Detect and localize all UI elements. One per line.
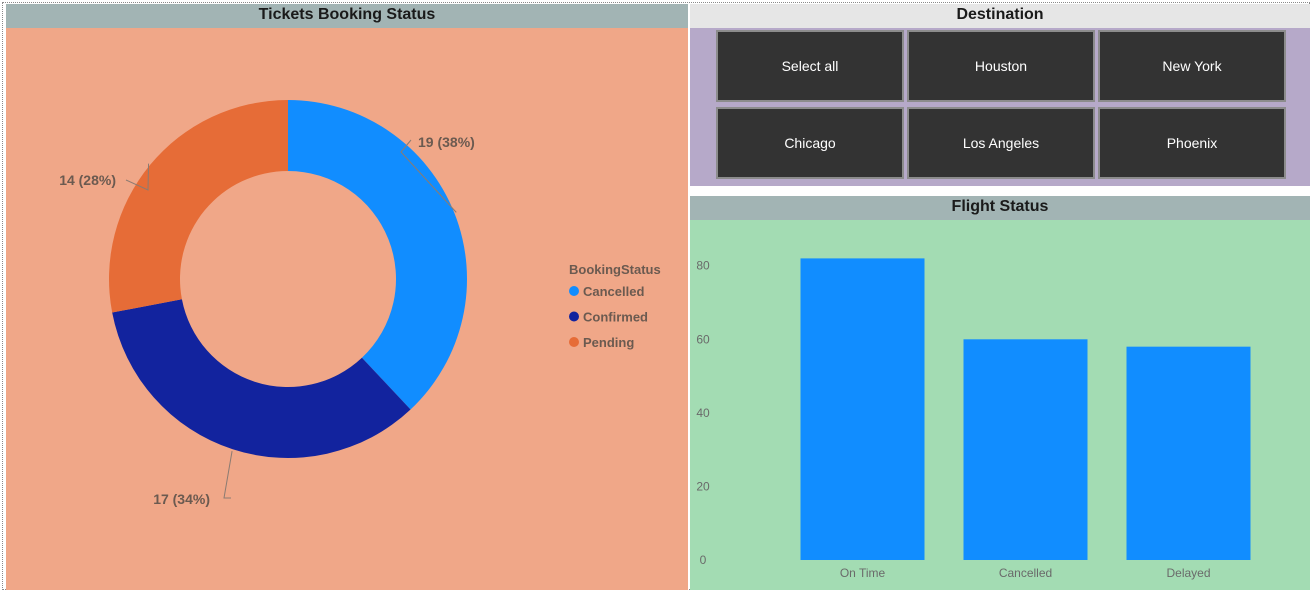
legend-item-pending[interactable]: Pending [583, 335, 634, 350]
destination-option-chicago[interactable]: Chicago [716, 107, 904, 179]
bar-on-time[interactable] [800, 258, 925, 560]
legend-title: BookingStatus [569, 262, 661, 277]
destination-option-select-all[interactable]: Select all [716, 30, 904, 102]
legend-marker-confirmed [569, 311, 579, 322]
x-tick-label: On Time [840, 566, 886, 580]
bar-cancelled[interactable] [963, 339, 1088, 560]
data-label-cancelled: 19 (38%) [418, 134, 475, 150]
destination-option-los-angeles[interactable]: Los Angeles [907, 107, 1095, 179]
flight-status-panel: 0 20 40 60 80 On Time Cancelled Delayed [690, 220, 1310, 590]
donut-slice-confirmed[interactable] [112, 299, 411, 458]
donut-slice-pending[interactable] [108, 100, 288, 313]
legend-item-cancelled[interactable]: Cancelled [583, 284, 644, 299]
leader-line-confirmed [223, 451, 233, 499]
flight-status-bar-chart: 0 20 40 60 80 On Time Cancelled Delayed [696, 258, 1251, 580]
y-tick-label: 40 [696, 406, 710, 420]
destination-slicer: Select all Houston New York Chicago Los … [690, 28, 1310, 186]
destination-option-houston[interactable]: Houston [907, 30, 1095, 102]
destination-title: Destination [690, 4, 1310, 28]
data-label-pending: 14 (28%) [59, 172, 116, 188]
booking-status-panel: 19 (38%) 17 (34%) 14 (28%) BookingStatus Can… [6, 28, 688, 590]
booking-status-title: Tickets Booking Status [6, 4, 688, 28]
y-tick-label: 20 [696, 479, 710, 493]
legend-marker-pending [569, 337, 579, 347]
data-label-confirmed: 17 (34%) [153, 491, 210, 507]
y-tick-label: 80 [696, 259, 710, 273]
panel-divider [690, 186, 1310, 196]
destination-option-new-york[interactable]: New York [1098, 30, 1286, 102]
legend-item-confirmed[interactable]: Confirmed [583, 310, 648, 325]
y-tick-label: 60 [696, 332, 710, 346]
y-tick-label: 0 [700, 553, 707, 567]
bar-delayed[interactable] [1126, 346, 1251, 560]
booking-status-donut-chart: 19 (38%) 17 (34%) 14 (28%) BookingStatus Can… [59, 100, 661, 507]
flight-status-title: Flight Status [690, 196, 1310, 220]
x-tick-label: Cancelled [999, 566, 1052, 580]
legend-marker-cancelled [569, 286, 579, 296]
destination-option-phoenix[interactable]: Phoenix [1098, 107, 1286, 179]
x-tick-label: Delayed [1166, 566, 1210, 580]
